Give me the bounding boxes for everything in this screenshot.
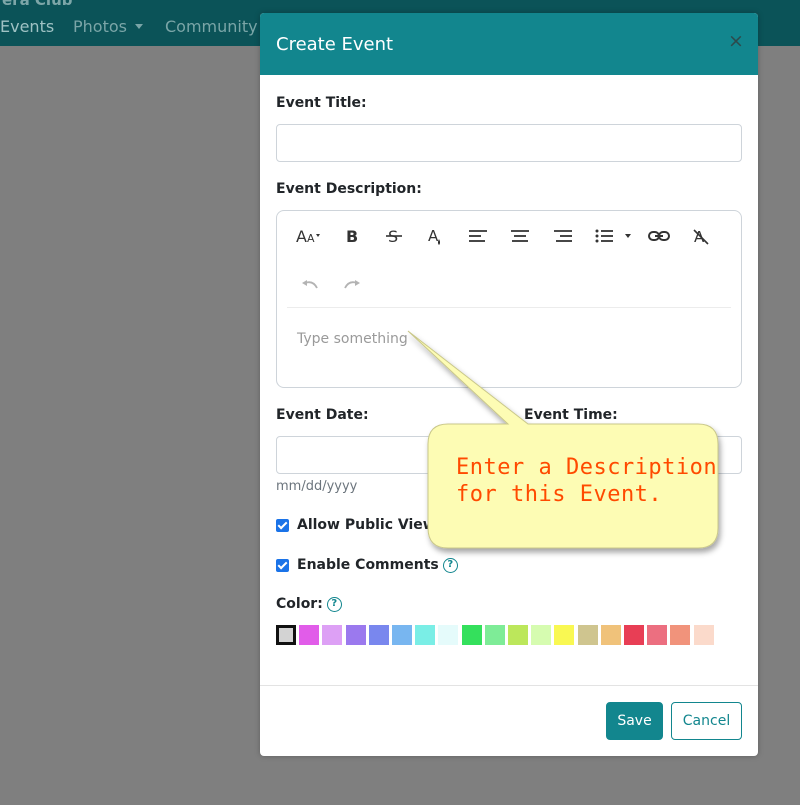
- modal-title: Create Event: [276, 34, 394, 55]
- svg-text:A: A: [428, 227, 439, 245]
- color-swatch[interactable]: [345, 625, 366, 645]
- color-swatch[interactable]: [624, 625, 644, 645]
- event-date-label: Event Date:: [276, 407, 369, 423]
- comments-row: Enable Comments ?: [276, 555, 458, 575]
- align-center-icon[interactable]: [507, 223, 533, 249]
- color-swatch[interactable]: [276, 625, 296, 645]
- footer-divider: [260, 685, 758, 686]
- color-swatch[interactable]: [415, 625, 436, 645]
- nav-item-events[interactable]: Events: [0, 17, 54, 36]
- color-swatch[interactable]: [484, 625, 505, 645]
- color-swatch[interactable]: [508, 625, 528, 645]
- color-swatch[interactable]: [554, 625, 575, 645]
- color-swatch[interactable]: [577, 625, 598, 645]
- enable-comments-label: Enable Comments: [297, 557, 439, 573]
- help-icon[interactable]: ?: [326, 596, 342, 612]
- color-swatch[interactable]: [531, 625, 552, 645]
- color-swatch[interactable]: [600, 625, 621, 645]
- color-swatch[interactable]: [299, 625, 320, 645]
- svg-text:B: B: [346, 227, 358, 246]
- redo-icon[interactable]: [339, 271, 365, 297]
- cancel-button[interactable]: Cancel: [671, 702, 742, 740]
- public-viewing-row: Allow Public Viewing: [276, 515, 460, 535]
- svg-text:A: A: [307, 232, 315, 245]
- callout-text: Enter a Description for this Event.: [456, 454, 717, 508]
- undo-icon[interactable]: [297, 271, 323, 297]
- color-label: Color:: [276, 596, 323, 612]
- color-swatch[interactable]: [647, 625, 668, 645]
- save-button[interactable]: Save: [606, 702, 663, 740]
- public-viewing-checkbox[interactable]: [276, 518, 289, 532]
- event-time-label: Event Time:: [524, 407, 618, 423]
- color-swatch[interactable]: [438, 625, 459, 645]
- editor-placeholder[interactable]: Type something: [297, 331, 408, 347]
- modal-header: Create Event ×: [260, 13, 758, 75]
- align-left-icon[interactable]: [465, 223, 491, 249]
- color-swatch[interactable]: [368, 625, 389, 645]
- font-size-icon[interactable]: AA: [295, 223, 321, 249]
- color-swatch[interactable]: [322, 625, 343, 645]
- toolbar-divider: [287, 307, 731, 308]
- color-swatch[interactable]: [670, 625, 691, 645]
- event-title-label: Event Title:: [276, 95, 367, 111]
- align-right-icon[interactable]: [550, 223, 576, 249]
- nav-brand: era Club: [2, 0, 73, 9]
- strikethrough-icon[interactable]: S: [381, 223, 407, 249]
- color-swatch[interactable]: [392, 625, 412, 645]
- color-row: Color: ?: [276, 596, 342, 612]
- enable-comments-checkbox[interactable]: [276, 558, 289, 572]
- callout-line-2: for this Event.: [456, 482, 663, 507]
- nav-item-photos[interactable]: Photos: [73, 17, 143, 36]
- event-description-label: Event Description:: [276, 181, 422, 197]
- color-swatch[interactable]: [693, 625, 714, 645]
- text-color-icon[interactable]: A: [423, 223, 449, 249]
- link-icon[interactable]: [646, 223, 672, 249]
- caret-down-icon: [134, 24, 143, 29]
- nav-item-label: Photos: [73, 17, 127, 36]
- list-icon[interactable]: [592, 223, 638, 249]
- description-editor: AA B S A A: [276, 210, 742, 388]
- bold-icon[interactable]: B: [339, 223, 365, 249]
- help-icon[interactable]: ?: [442, 557, 458, 573]
- close-icon[interactable]: ×: [726, 31, 746, 51]
- event-title-input[interactable]: [276, 124, 742, 162]
- color-swatch[interactable]: [461, 625, 482, 645]
- nav-item-community[interactable]: Community: [165, 17, 258, 36]
- public-viewing-label: Allow Public Viewing: [297, 517, 461, 533]
- create-event-modal: Create Event × Event Title: Event Descri…: [260, 13, 758, 756]
- clear-format-icon[interactable]: A: [688, 223, 714, 249]
- date-format-hint: mm/dd/yyyy: [276, 479, 358, 494]
- svg-text:A: A: [296, 227, 307, 246]
- callout-line-1: Enter a Description: [456, 455, 718, 480]
